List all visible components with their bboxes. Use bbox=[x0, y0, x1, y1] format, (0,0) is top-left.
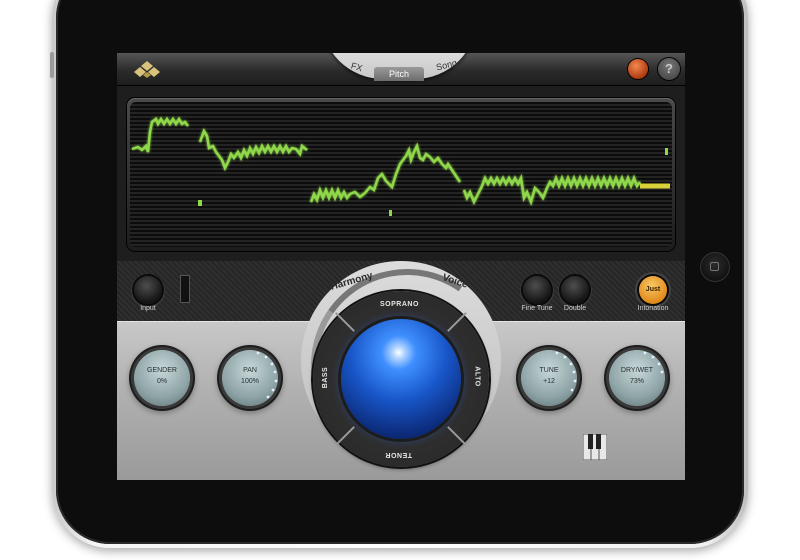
diamond-logo-icon[interactable] bbox=[132, 60, 162, 80]
orange-record-icon[interactable] bbox=[628, 59, 648, 79]
app-screen: ? FX Pitch Song Input Fine Tune Double J… bbox=[117, 53, 685, 480]
gender-value: 0% bbox=[156, 378, 168, 385]
pan-value: 100% bbox=[241, 378, 259, 385]
voice-tenor[interactable]: TENOR bbox=[385, 451, 412, 458]
piano-keys-icon[interactable] bbox=[583, 434, 607, 460]
home-button[interactable] bbox=[700, 252, 730, 282]
pitch-trace bbox=[131, 116, 670, 216]
pan-label: PAN bbox=[243, 367, 257, 374]
double-label: Double bbox=[563, 305, 587, 312]
fine-tune-knob[interactable] bbox=[523, 276, 551, 304]
voice-alto[interactable]: ALTO bbox=[474, 366, 481, 386]
pitch-blip bbox=[389, 210, 392, 216]
tune-value: +12 bbox=[543, 378, 555, 385]
tab-pitch[interactable]: Pitch bbox=[374, 67, 424, 81]
pitch-blip bbox=[665, 148, 668, 155]
tune-knob[interactable]: TUNE +12 bbox=[521, 350, 577, 406]
double-knob[interactable] bbox=[561, 276, 589, 304]
gender-label: GENDER bbox=[147, 367, 177, 374]
input-meter bbox=[180, 275, 190, 303]
gender-knob[interactable]: GENDER 0% bbox=[134, 350, 190, 406]
pitch-display bbox=[130, 102, 672, 247]
harmony-orb[interactable] bbox=[341, 319, 461, 439]
pan-knob[interactable]: PAN 100% bbox=[222, 350, 278, 406]
pitch-curve bbox=[131, 116, 641, 206]
tune-label: TUNE bbox=[539, 367, 559, 374]
voice-bass[interactable]: BASS bbox=[322, 367, 329, 388]
pitch-blip bbox=[198, 200, 202, 206]
input-label: Input bbox=[140, 305, 156, 312]
dry-wet-value: 73% bbox=[629, 378, 644, 385]
input-knob[interactable] bbox=[134, 276, 162, 304]
help-icon[interactable]: ? bbox=[658, 58, 680, 80]
home-square-icon bbox=[710, 262, 719, 271]
voice-soprano[interactable]: SOPRANO bbox=[380, 301, 419, 308]
side-switch bbox=[50, 52, 54, 78]
dry-wet-knob[interactable]: DRY/WET 73% bbox=[609, 350, 665, 406]
just-intonation-button[interactable]: Just bbox=[639, 276, 667, 304]
intonation-label: Intonation bbox=[637, 305, 669, 312]
dry-wet-label: DRY/WET bbox=[620, 367, 654, 374]
